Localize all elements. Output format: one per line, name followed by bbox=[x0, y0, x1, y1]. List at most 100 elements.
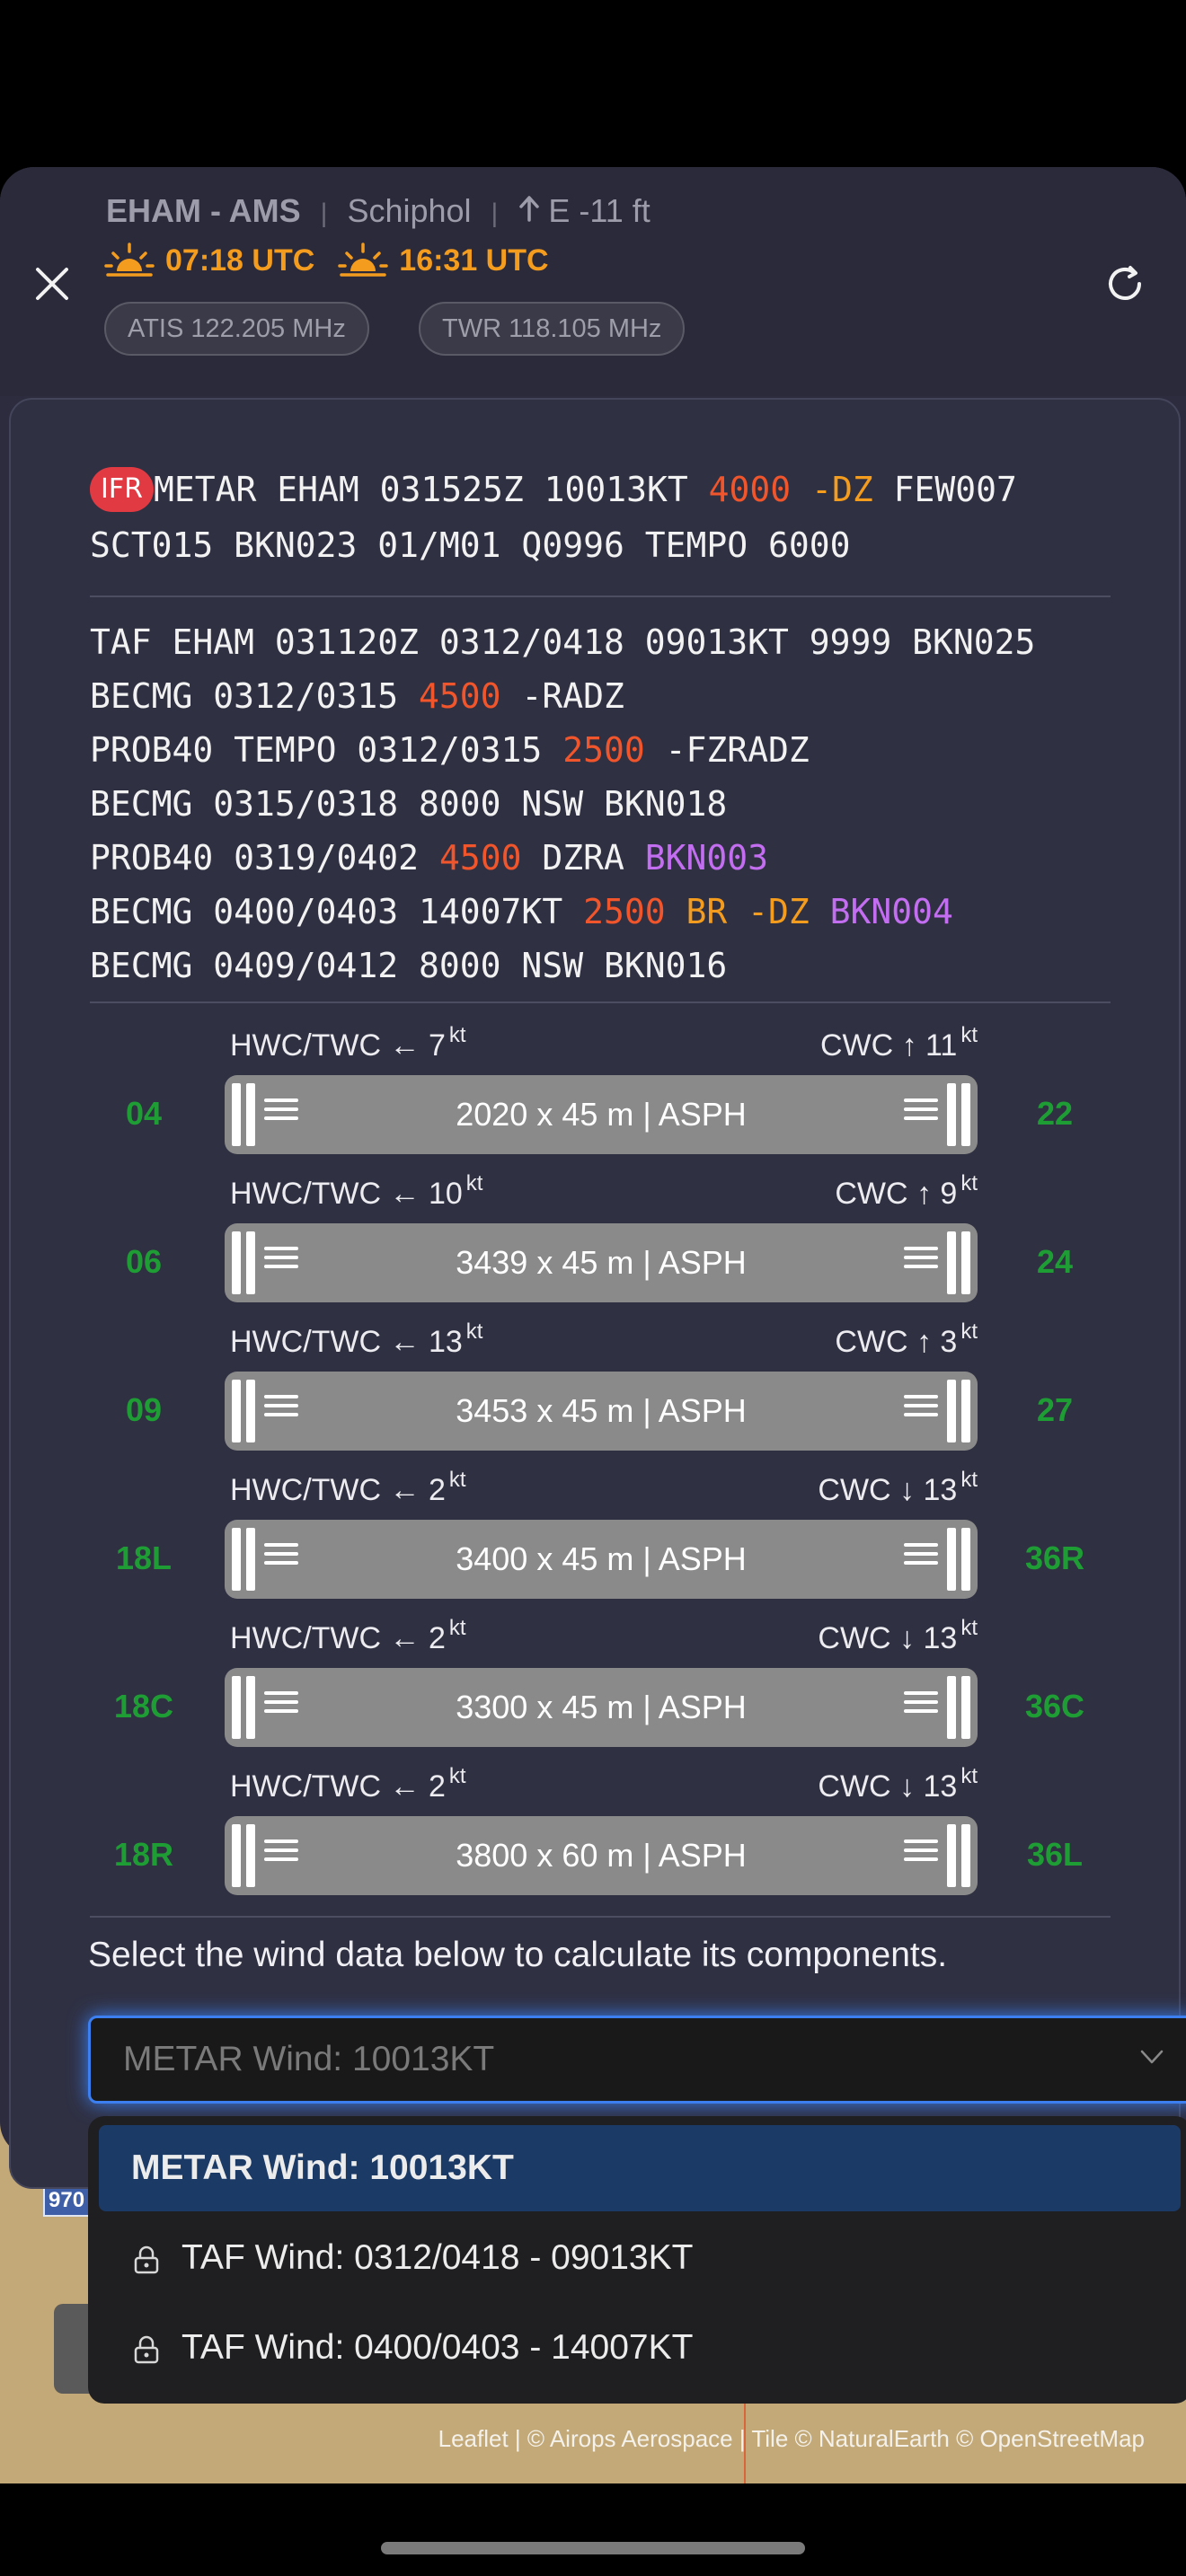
crosswind-value: CWC ↑ 9 bbox=[835, 1177, 958, 1211]
wx-token: BECMG 0312/0315 bbox=[90, 676, 420, 716]
runway-id-left[interactable]: 18C bbox=[90, 1684, 198, 1729]
runway-row: HWC/TWC ← 10 kt CWC ↑ 9 kt 06 24 3439 x 45 m |… bbox=[11, 1171, 1179, 1325]
tower-frequency[interactable]: TWR 118.105 MHz bbox=[419, 302, 686, 356]
crosswind-value: CWC ↓ 13 bbox=[818, 1769, 958, 1804]
headwind-label: HWC/TWC ← 7 kt bbox=[230, 1023, 466, 1063]
wx-token: BECMG 0315/0318 8000 NSW BKN018 bbox=[90, 784, 728, 824]
centerline-icon bbox=[904, 1389, 938, 1422]
chevron-down-icon bbox=[1140, 2045, 1164, 2069]
wind-unit: kt bbox=[960, 1468, 978, 1492]
wind-unit: kt bbox=[448, 1616, 466, 1640]
runway-id-right[interactable]: 27 bbox=[1001, 1388, 1109, 1433]
runway-row: HWC/TWC ← 2 kt CWC ↓ 13 kt 18L 36R 3400 x 45 m… bbox=[11, 1468, 1179, 1621]
wx-token: BKN003 bbox=[644, 838, 769, 878]
centerline-icon bbox=[264, 1686, 298, 1718]
lock-icon bbox=[134, 2335, 159, 2363]
flight-rule-badge: IFR bbox=[90, 467, 154, 512]
wx-token: 2500 bbox=[562, 730, 645, 770]
wx-token: -RADZ bbox=[500, 676, 624, 716]
runway-graphic[interactable]: 3439 x 45 m | ASPH bbox=[225, 1223, 978, 1302]
wx-token: PROB40 TEMPO 0312/0315 bbox=[90, 730, 563, 770]
runway-id-right[interactable]: 36C bbox=[1001, 1684, 1109, 1729]
station-code: EHAM - AMS bbox=[106, 192, 301, 229]
map-attribution[interactable]: Leaflet | © Airops Aerospace | Tile © Na… bbox=[438, 2425, 1145, 2453]
threshold-mark bbox=[947, 1380, 956, 1442]
wind-unit: kt bbox=[465, 1319, 483, 1344]
sun-times: 07:18 UTC 16:31 UTC bbox=[104, 241, 549, 280]
headwind-label: HWC/TWC ← 10 kt bbox=[230, 1171, 482, 1212]
separator: | bbox=[320, 198, 328, 228]
runway-id-left[interactable]: 09 bbox=[90, 1388, 198, 1433]
wind-dropdown: METAR Wind: 10013KT TAF Wind: 0312/0418 -… bbox=[88, 2116, 1186, 2404]
crosswind-value: CWC ↓ 13 bbox=[818, 1621, 958, 1655]
threshold-mark bbox=[961, 1380, 970, 1442]
centerline-icon bbox=[904, 1686, 938, 1718]
wx-token: -FZRADZ bbox=[644, 730, 810, 770]
taf-block: TAF EHAM 031120Z 0312/0418 09013KT 9999 … bbox=[90, 615, 1035, 992]
runway-graphic[interactable]: 2020 x 45 m | ASPH bbox=[225, 1075, 978, 1154]
runway-id-left[interactable]: 04 bbox=[90, 1091, 198, 1136]
threshold-mark bbox=[246, 1676, 255, 1739]
centerline-icon bbox=[264, 1538, 298, 1570]
refresh-icon[interactable] bbox=[1103, 262, 1146, 305]
divider bbox=[90, 1916, 1111, 1918]
runway-graphic[interactable]: 3400 x 45 m | ASPH bbox=[225, 1520, 978, 1599]
runway-id-right[interactable]: 36R bbox=[1001, 1536, 1109, 1581]
wind-option[interactable]: METAR Wind: 10013KT bbox=[99, 2125, 1181, 2211]
headwind-label: HWC/TWC ← 2 kt bbox=[230, 1764, 466, 1804]
crosswind-label: CWC ↓ 13 kt bbox=[818, 1764, 978, 1804]
runway-id-left[interactable]: 18L bbox=[90, 1536, 198, 1581]
map-scale-label: 970 bbox=[43, 2184, 91, 2217]
centerline-icon bbox=[264, 1093, 298, 1125]
wind-option-label: TAF Wind: 0312/0418 - 09013KT bbox=[181, 2238, 694, 2277]
runway-row: HWC/TWC ← 13 kt CWC ↑ 3 kt 09 27 3453 x 45 m |… bbox=[11, 1319, 1179, 1473]
wind-option-label: TAF Wind: 0400/0403 - 14007KT bbox=[181, 2328, 694, 2367]
wx-token: 4000 bbox=[708, 470, 792, 509]
runway-id-right[interactable]: 24 bbox=[1001, 1239, 1109, 1284]
threshold-mark bbox=[947, 1083, 956, 1146]
runway-info: 2020 x 45 m | ASPH bbox=[456, 1096, 747, 1133]
wx-token: FEW007 bbox=[872, 470, 1017, 509]
crosswind-label: CWC ↑ 11 kt bbox=[820, 1023, 978, 1063]
threshold-mark bbox=[947, 1528, 956, 1591]
wind-select[interactable]: METAR Wind: 10013KT bbox=[88, 2016, 1186, 2104]
wind-option[interactable]: TAF Wind: 0400/0403 - 14007KT bbox=[99, 2305, 1181, 2391]
centerline-icon bbox=[264, 1834, 298, 1866]
wind-unit: kt bbox=[960, 1764, 978, 1788]
taf-line: TAF EHAM 031120Z 0312/0418 09013KT 9999 … bbox=[90, 615, 1035, 669]
threshold-mark bbox=[947, 1676, 956, 1739]
wind-unit: kt bbox=[960, 1171, 978, 1195]
runway-id-right[interactable]: 22 bbox=[1001, 1091, 1109, 1136]
atis-frequency[interactable]: ATIS 122.205 MHz bbox=[104, 302, 369, 356]
wind-option[interactable]: TAF Wind: 0312/0418 - 09013KT bbox=[99, 2215, 1181, 2301]
crosswind-label: CWC ↓ 13 kt bbox=[818, 1468, 978, 1508]
wind-instruction: Select the wind data below to calculate … bbox=[88, 1936, 948, 1974]
wind-select-value: METAR Wind: 10013KT bbox=[123, 2040, 495, 2078]
threshold-mark bbox=[961, 1528, 970, 1591]
metar-line-1: IFR METAR EHAM 031525Z 10013KT 4000 -DZ … bbox=[90, 467, 1017, 512]
runway-graphic[interactable]: 3800 x 60 m | ASPH bbox=[225, 1816, 978, 1895]
headwind-value: HWC/TWC ← 2 bbox=[230, 1621, 446, 1655]
wx-token: 4500 bbox=[419, 676, 501, 716]
threshold-mark bbox=[232, 1676, 241, 1739]
runway-info: 3300 x 45 m | ASPH bbox=[456, 1689, 747, 1725]
centerline-icon bbox=[264, 1389, 298, 1422]
close-icon[interactable] bbox=[32, 264, 72, 304]
centerline-icon bbox=[264, 1241, 298, 1274]
runway-id-left[interactable]: 06 bbox=[90, 1239, 198, 1284]
wx-token: DZRA bbox=[521, 838, 645, 878]
wx-token: METAR EHAM 031525Z 10013KT bbox=[153, 470, 709, 509]
taf-line: BECMG 0312/0315 4500 -RADZ bbox=[90, 669, 1035, 723]
runway-info: 3800 x 60 m | ASPH bbox=[456, 1837, 747, 1874]
threshold-mark bbox=[947, 1231, 956, 1294]
lock-icon bbox=[134, 2245, 159, 2273]
separator: | bbox=[491, 198, 499, 228]
runway-id-right[interactable]: 36L bbox=[1001, 1832, 1109, 1877]
runway-graphic[interactable]: 3453 x 45 m | ASPH bbox=[225, 1372, 978, 1451]
headwind-label: HWC/TWC ← 2 kt bbox=[230, 1468, 466, 1508]
airport-name: Schiphol bbox=[347, 192, 472, 229]
runway-id-left[interactable]: 18R bbox=[90, 1832, 198, 1877]
runway-graphic[interactable]: 3300 x 45 m | ASPH bbox=[225, 1668, 978, 1747]
headwind-label: HWC/TWC ← 2 kt bbox=[230, 1616, 466, 1656]
threshold-mark bbox=[232, 1231, 241, 1294]
